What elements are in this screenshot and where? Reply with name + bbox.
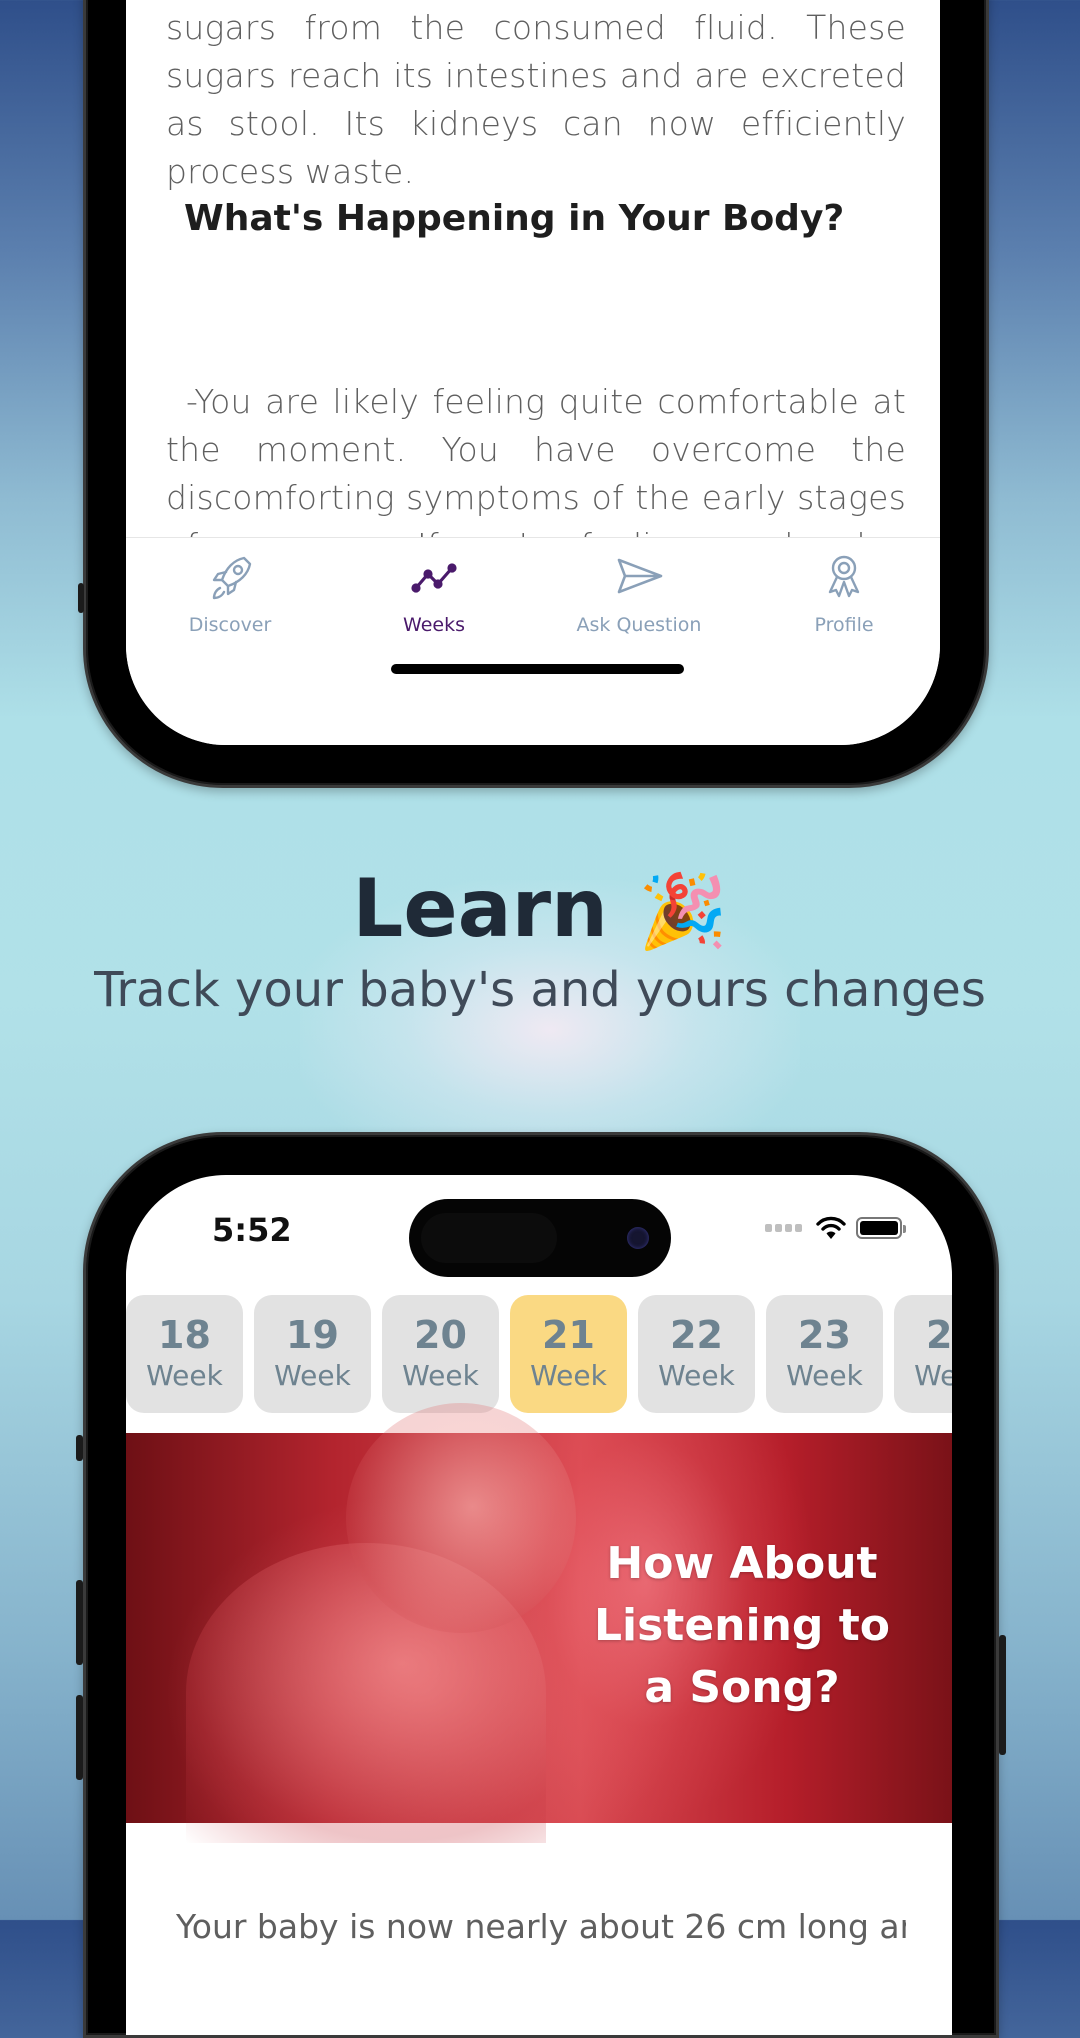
volume-up-button — [76, 1580, 83, 1665]
week-chip-23[interactable]: 23 Week — [766, 1295, 883, 1413]
wifi-icon — [816, 1216, 846, 1239]
tab-discover[interactable]: Discover — [130, 552, 330, 636]
week-unit: Week — [146, 1359, 223, 1392]
week-number: 24 — [926, 1313, 952, 1357]
week-chip-18[interactable]: 18 Week — [126, 1295, 243, 1413]
phone-screen-bottom: 5:52 18 Week 19 Week 20 Week 21 Week 22 … — [126, 1175, 952, 2035]
battery-icon — [856, 1217, 906, 1239]
week-number: 22 — [670, 1313, 723, 1357]
song-banner[interactable]: How About Listening to a Song? — [126, 1403, 952, 1843]
party-popper-icon: 🎉 — [637, 869, 728, 953]
week-unit: Week — [658, 1359, 735, 1392]
week-unit: Week — [914, 1359, 952, 1392]
week-number: 21 — [542, 1313, 595, 1357]
week-unit: Week — [786, 1359, 863, 1392]
week-number: 18 — [158, 1313, 211, 1357]
banner-title: How About Listening to a Song? — [594, 1538, 890, 1713]
tab-label: Weeks — [403, 614, 465, 636]
tab-profile[interactable]: Profile — [744, 552, 940, 636]
hero-subtitle: Track your baby's and yours changes — [94, 962, 986, 1018]
week-number: 19 — [286, 1313, 339, 1357]
dynamic-island — [409, 1199, 671, 1277]
article-paragraph-preview: Your baby is now nearly about 26 cm long… — [176, 1907, 906, 1946]
phone-mockup-top: -Your baby's organs can now absorb some … — [78, 0, 989, 788]
section-heading-body: What's Happening in Your Body? — [184, 198, 845, 239]
tab-label: Discover — [188, 614, 272, 636]
camera-icon — [627, 1227, 649, 1249]
article-paragraph-baby: -Your baby's organs can now absorb some … — [166, 8, 906, 191]
signal-icon — [765, 1224, 802, 1232]
volume-down-button — [76, 1695, 83, 1780]
hero-title-text: Learn — [352, 862, 608, 955]
phone-action-button — [76, 1435, 83, 1461]
fetus-illustration-head — [346, 1403, 576, 1633]
power-button — [999, 1635, 1006, 1755]
week-unit: Week — [402, 1359, 479, 1392]
bottom-tab-bar: Discover Weeks Ask Question Profile — [126, 537, 940, 745]
tab-weeks[interactable]: Weeks — [334, 552, 534, 636]
island-sensor — [421, 1213, 557, 1263]
send-icon — [617, 558, 663, 594]
phone-screen-top: -Your baby's organs can now absorb some … — [126, 0, 940, 745]
tab-label: Ask Question — [576, 614, 702, 636]
status-time: 5:52 — [212, 1211, 292, 1249]
award-ribbon-icon — [828, 555, 860, 598]
phone-side-button — [78, 583, 84, 613]
week-selector: 18 Week 19 Week 20 Week 21 Week 22 Week … — [126, 1295, 952, 1417]
week-chip-24[interactable]: 24 Week — [894, 1295, 952, 1413]
week-number: 20 — [414, 1313, 467, 1357]
week-number: 23 — [798, 1313, 851, 1357]
status-icons — [765, 1213, 906, 1243]
week-unit: Week — [274, 1359, 351, 1392]
week-unit: Week — [530, 1359, 607, 1392]
tab-ask-question[interactable]: Ask Question — [539, 552, 739, 636]
home-indicator[interactable] — [391, 664, 684, 674]
rocket-icon — [212, 556, 252, 600]
phone-mockup-bottom: 5:52 18 Week 19 Week 20 Week 21 Week 22 … — [76, 1132, 1006, 2038]
week-chip-20[interactable]: 20 Week — [382, 1295, 499, 1413]
trend-line-icon — [411, 563, 457, 593]
week-chip-21-selected[interactable]: 21 Week — [510, 1295, 627, 1413]
week-chip-22[interactable]: 22 Week — [638, 1295, 755, 1413]
hero-title: Learn 🎉 — [0, 862, 1080, 955]
week-chip-19[interactable]: 19 Week — [254, 1295, 371, 1413]
tab-label: Profile — [814, 614, 874, 636]
